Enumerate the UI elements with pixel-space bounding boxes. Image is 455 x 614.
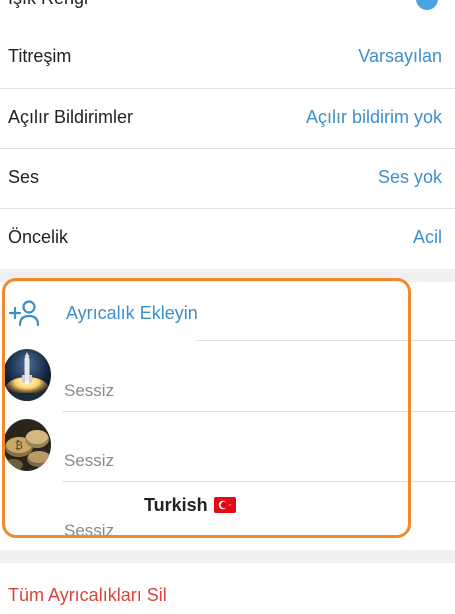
exception-item[interactable]: Turkish Sessiz (0, 481, 455, 551)
add-exception-button[interactable]: Ayrıcalık Ekleyin (0, 282, 455, 340)
sound-value: Ses yok (377, 167, 442, 187)
priority-value: Acil (412, 227, 442, 247)
exception-name: Turkish (144, 495, 236, 516)
section-separator (0, 269, 455, 282)
vibration-row[interactable]: Titreşim Varsayılan (0, 28, 455, 88)
svg-text:₿: ₿ (15, 439, 23, 452)
sound-label: Ses (8, 167, 40, 187)
exception-status: Sessiz (64, 451, 115, 470)
add-exception-label: Ayrıcalık Ekleyin (66, 303, 198, 323)
delete-all-exceptions-button[interactable]: Tüm Ayrıcalıkları Sil (8, 585, 167, 606)
exception-name-text: Turkish (144, 495, 208, 515)
turkey-flag-icon (213, 497, 236, 513)
light-color-row[interactable]: Işık Rengi (0, 0, 455, 28)
popup-notifications-value: Açılır bildirim yok (305, 107, 442, 127)
light-color-swatch[interactable] (416, 0, 438, 10)
exception-status: Sessiz (64, 381, 115, 400)
exception-item[interactable]: Sessiz (0, 341, 455, 411)
priority-label: Öncelik (8, 227, 69, 247)
popup-notifications-label: Açılır Bildirimler (8, 107, 134, 127)
light-color-label: Işık Rengi (8, 0, 88, 9)
exception-item[interactable]: ₿ Sessiz (0, 411, 455, 481)
add-user-icon (8, 300, 40, 327)
section-separator (0, 550, 455, 563)
priority-row[interactable]: Öncelik Acil (0, 209, 455, 269)
vibration-value: Varsayılan (358, 46, 442, 66)
popup-notifications-row[interactable]: Açılır Bildirimler Açılır bildirim yok (0, 89, 455, 149)
vibration-label: Titreşim (8, 46, 72, 66)
sound-row[interactable]: Ses Ses yok (0, 149, 455, 209)
exception-status: Sessiz (64, 521, 115, 540)
coins-avatar: ₿ (3, 419, 51, 471)
rocket-avatar (3, 349, 51, 401)
